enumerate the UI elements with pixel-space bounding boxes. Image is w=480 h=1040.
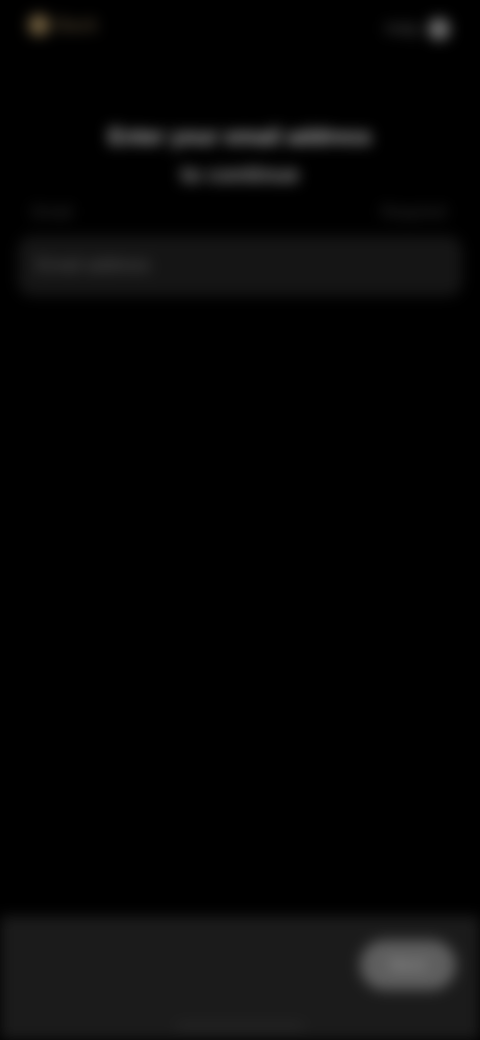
page-title: Enter your email address bbox=[108, 124, 372, 149]
top-app-bar: ‹ Back Help bbox=[0, 0, 480, 64]
home-indicator[interactable] bbox=[176, 1024, 304, 1029]
help-label: Help bbox=[385, 19, 420, 38]
info-circle-icon bbox=[428, 18, 450, 40]
bottom-toolbar: Next bbox=[0, 916, 480, 1040]
email-field[interactable] bbox=[36, 250, 436, 280]
field-requirement: Required bbox=[381, 204, 446, 221]
next-button[interactable]: Next bbox=[360, 940, 456, 990]
field-header: Email Required bbox=[20, 196, 460, 240]
email-field-card[interactable] bbox=[18, 236, 462, 296]
page-subtitle: to continue bbox=[180, 162, 300, 187]
page-heading: Enter your email address to continue bbox=[60, 118, 420, 194]
chevron-left-icon: ‹ bbox=[28, 14, 50, 36]
back-button[interactable]: ‹ Back bbox=[28, 14, 98, 36]
screen: ‹ Back Help Enter your email address to … bbox=[0, 0, 480, 1040]
back-label: Back bbox=[56, 14, 99, 35]
help-button[interactable]: Help bbox=[385, 18, 450, 40]
field-label: Email bbox=[32, 204, 73, 221]
